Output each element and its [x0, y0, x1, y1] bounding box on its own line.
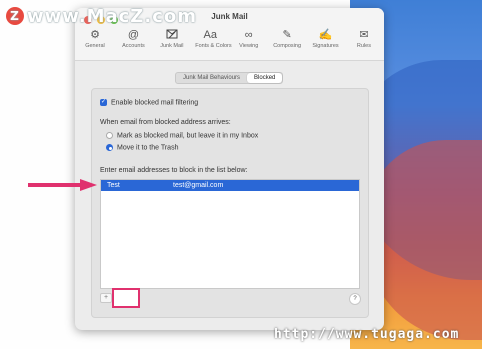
tab-label: General — [85, 43, 105, 49]
checkbox-enable-blocked[interactable]: ✓ — [100, 99, 107, 106]
blocked-panel: ✓ Enable blocked mail filtering When emai… — [91, 88, 369, 318]
tab-fonts-colors[interactable]: Aa Fonts & Colors — [195, 28, 232, 49]
radio-move-trash[interactable] — [106, 144, 113, 151]
option-move-trash-label: Move it to the Trash — [117, 144, 179, 152]
tab-label: Viewing — [239, 43, 259, 49]
watermark-logo-icon: Z — [6, 7, 24, 25]
preferences-window: Junk Mail ⚙ General @ Accounts Junk Mail… — [75, 8, 384, 330]
tab-junk-mail-behaviours[interactable]: Junk Mail Behaviours — [176, 73, 247, 83]
list-item[interactable]: Test test@gmail.com — [101, 180, 359, 191]
blocked-list[interactable]: Test test@gmail.com — [100, 179, 360, 289]
rules-icon: ✉ — [359, 29, 369, 41]
tab-label: Fonts & Colors — [195, 43, 232, 49]
watermark-bottom: http://www.tugaga.com — [274, 327, 460, 342]
watermark-top: Zwww.MacZ.com — [6, 6, 197, 27]
add-button[interactable]: + — [100, 293, 112, 303]
junk-mail-glyph — [166, 29, 178, 39]
gear-icon: ⚙ — [90, 29, 100, 41]
segmented-control: Junk Mail Behaviours Blocked — [175, 72, 284, 84]
prefs-toolbar: ⚙ General @ Accounts Junk Mail Aa Fonts … — [80, 28, 379, 49]
watermark-top-text: www.MacZ.com — [27, 6, 197, 27]
option-mark-blocked[interactable]: Mark as blocked mail, but leave it in my… — [106, 132, 258, 139]
entry-email: test@gmail.com — [173, 182, 224, 189]
enable-blocked-label: Enable blocked mail filtering — [111, 99, 199, 107]
tab-label: Accounts — [122, 43, 145, 49]
tab-signatures[interactable]: ✍ Signatures — [311, 28, 341, 49]
entry-name: Test — [107, 182, 120, 189]
tab-accounts[interactable]: @ Accounts — [118, 28, 148, 49]
tab-label: Junk Mail — [160, 43, 184, 49]
tab-general[interactable]: ⚙ General — [80, 28, 110, 49]
tab-junk-mail[interactable]: Junk Mail — [157, 28, 187, 49]
pink-arrow-icon — [28, 179, 97, 191]
fonts-icon: Aa — [203, 29, 217, 41]
tab-composing[interactable]: ✎ Composing — [272, 28, 302, 49]
tab-rules[interactable]: ✉ Rules — [349, 28, 379, 49]
option-mark-blocked-label: Mark as blocked mail, but leave it in my… — [117, 132, 259, 140]
at-icon: @ — [127, 29, 139, 41]
tab-label: Composing — [273, 43, 302, 49]
help-button[interactable]: ? — [349, 293, 361, 305]
when-label: When email from blocked address arrives: — [100, 119, 231, 126]
option-move-trash[interactable]: Move it to the Trash — [106, 144, 178, 151]
tab-label: Rules — [356, 43, 371, 49]
signature-icon: ✍ — [318, 29, 333, 41]
compose-icon: ✎ — [282, 29, 292, 41]
remove-button-highlight[interactable] — [112, 288, 140, 308]
tab-label: Signatures — [312, 43, 339, 49]
glasses-icon: ∞ — [244, 29, 253, 41]
radio-mark-blocked[interactable] — [106, 132, 113, 139]
list-label: Enter email addresses to block in the li… — [100, 167, 248, 174]
tab-blocked[interactable]: Blocked — [247, 73, 283, 83]
junk-mail-icon — [157, 28, 187, 42]
enable-blocked-row[interactable]: ✓ Enable blocked mail filtering — [100, 99, 198, 106]
tab-viewing[interactable]: ∞ Viewing — [234, 28, 264, 49]
